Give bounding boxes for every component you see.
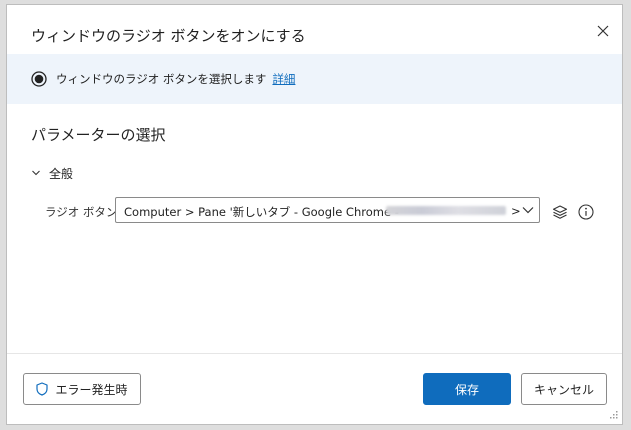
footer-divider [7, 353, 622, 354]
info-description: ウィンドウのラジオ ボタンを選択します [56, 72, 267, 86]
chevron-down-icon [522, 207, 534, 214]
close-button[interactable] [593, 21, 613, 41]
save-button[interactable]: 保存 [423, 373, 511, 405]
radio-button-select[interactable]: Computer > Pane '新しいタブ - Google Chrome -… [115, 197, 540, 223]
info-text: ウィンドウのラジオ ボタンを選択します 詳細 [56, 71, 295, 87]
cancel-button[interactable]: キャンセル [521, 373, 607, 405]
chevron-down-icon [32, 170, 40, 176]
radio-button-field-label: ラジオ ボタン: [45, 205, 122, 219]
resize-grip-icon[interactable] [608, 411, 618, 421]
ui-elements-button[interactable] [551, 203, 569, 221]
group-label: 全般 [49, 166, 74, 181]
select-value-end: > [511, 204, 521, 218]
info-bar: ウィンドウのラジオ ボタンを選択します 詳細 [7, 54, 622, 104]
on-error-label: エラー発生時 [55, 382, 128, 397]
redacted-text [386, 206, 506, 215]
dialog-title: ウィンドウのラジオ ボタンをオンにする [31, 27, 306, 45]
shield-icon [36, 382, 49, 396]
dialog: ウィンドウのラジオ ボタンをオンにする ウィンドウのラジオ ボタンを選択します詳… [6, 4, 623, 425]
info-icon [578, 204, 594, 220]
details-link[interactable]: 詳細 [272, 72, 295, 86]
layers-icon [552, 205, 568, 219]
select-value: Computer > Pane '新しいタブ - Google Chrome - [124, 205, 399, 219]
radio-button-icon [31, 71, 47, 87]
info-button[interactable] [577, 203, 595, 221]
section-title: パラメーターの選択 [31, 126, 166, 144]
group-header-general[interactable]: 全般 [31, 163, 73, 183]
on-error-button[interactable]: エラー発生時 [23, 373, 141, 405]
close-icon [597, 25, 609, 37]
